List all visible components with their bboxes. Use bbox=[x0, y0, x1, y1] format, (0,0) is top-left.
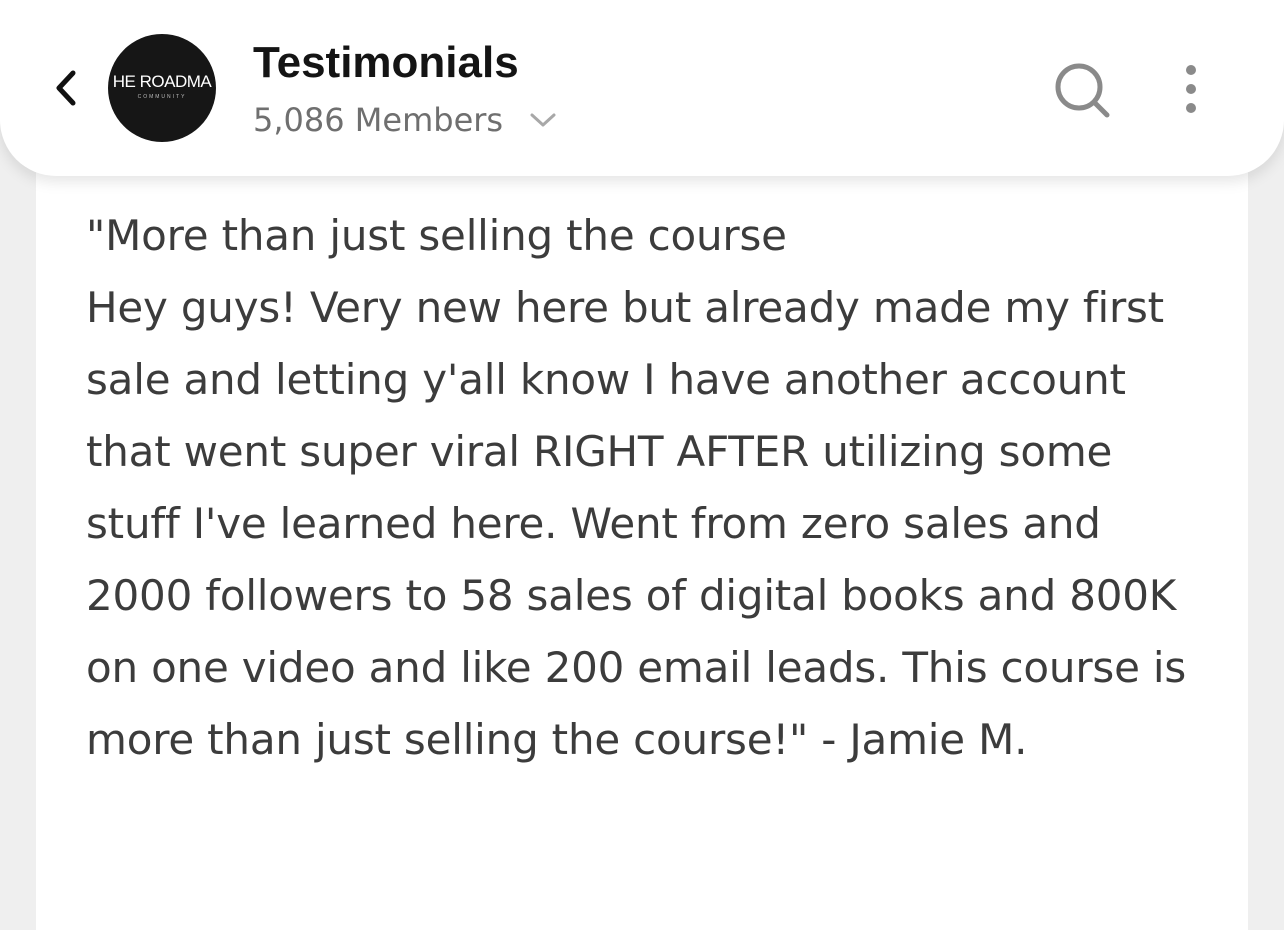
group-avatar[interactable]: HE ROADMA COMMUNITY bbox=[108, 34, 216, 142]
avatar-logo-subtext: COMMUNITY bbox=[137, 94, 187, 100]
testimonial-message: "More than just selling the course Hey g… bbox=[86, 211, 1187, 764]
search-icon bbox=[1055, 63, 1110, 118]
chevron-down-icon bbox=[529, 111, 557, 129]
search-button[interactable] bbox=[1050, 58, 1114, 122]
more-options-button[interactable] bbox=[1168, 60, 1214, 120]
group-title: Testimonials bbox=[253, 38, 519, 87]
chat-header: HE ROADMA COMMUNITY Testimonials 5,086 M… bbox=[0, 0, 1284, 176]
members-dropdown[interactable]: 5,086 Members bbox=[253, 100, 557, 140]
more-vertical-icon bbox=[1186, 65, 1196, 113]
avatar-logo-text: HE ROADMA bbox=[112, 72, 212, 91]
chevron-left-icon bbox=[56, 70, 76, 106]
members-count: 5,086 Members bbox=[253, 101, 504, 139]
back-button[interactable] bbox=[40, 56, 92, 120]
